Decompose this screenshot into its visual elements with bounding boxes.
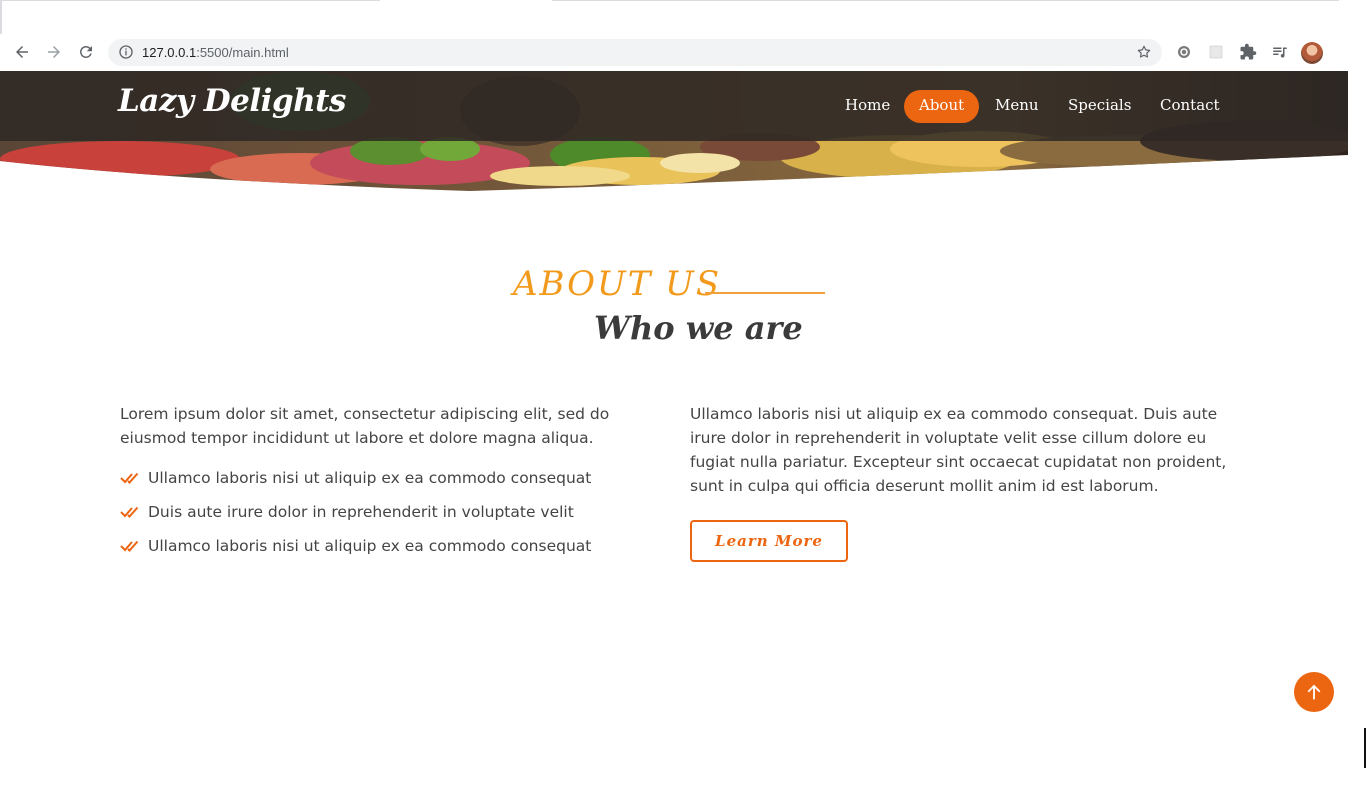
detail-paragraph: Ullamco laboris nisi ut aliquip ex ea co…	[690, 405, 1227, 495]
tab-divider-right	[552, 0, 1339, 1]
page-scrollbar[interactable]	[1348, 71, 1366, 800]
arrow-up-icon	[1307, 684, 1321, 700]
browser-toolbar: 127.0.0.1:5500/main.html	[0, 34, 1366, 71]
nav-specials[interactable]: Specials	[1053, 90, 1146, 123]
arrow-right-icon	[48, 46, 60, 58]
extension-placeholder-button[interactable]	[1207, 43, 1225, 61]
intro-paragraph: Lorem ipsum dolor sit amet, consectetur …	[120, 405, 610, 447]
gear-icon	[1178, 46, 1190, 58]
double-check-icon	[120, 472, 139, 484]
feature-list: Ullamco laboris nisi ut aliquip ex ea co…	[120, 466, 665, 568]
list-item: Ullamco laboris nisi ut aliquip ex ea co…	[120, 466, 665, 500]
list-item-text: Ullamco laboris nisi ut aliquip ex ea co…	[148, 537, 592, 555]
url-host: 127.0.0.1	[142, 45, 197, 60]
extension-settings-button[interactable]	[1175, 43, 1193, 61]
nav-contact[interactable]: Contact	[1145, 90, 1235, 123]
star-icon[interactable]	[1136, 44, 1152, 60]
about-left-column: Lorem ipsum dolor sit amet, consectetur …	[120, 402, 665, 568]
info-icon[interactable]	[118, 44, 134, 60]
extension-box-icon	[1209, 45, 1223, 59]
site-header: Lazy Delights Home About Menu Specials C…	[0, 71, 1348, 141]
list-item: Duis aute irure dolor in reprehenderit i…	[120, 500, 665, 534]
profile-avatar[interactable]	[1301, 42, 1323, 64]
about-right-column: Ullamco laboris nisi ut aliquip ex ea co…	[690, 402, 1230, 498]
list-item-text: Duis aute irure dolor in reprehenderit i…	[148, 503, 574, 521]
reload-icon	[79, 46, 92, 58]
back-to-top-button[interactable]	[1294, 672, 1334, 712]
site-logo[interactable]: Lazy Delights	[118, 83, 346, 119]
url-text[interactable]: 127.0.0.1:5500/main.html	[142, 45, 289, 60]
playlist-icon	[1273, 47, 1287, 58]
tab-strip	[0, 0, 1366, 34]
arrow-left-icon	[16, 46, 28, 58]
extensions-button[interactable]	[1239, 43, 1257, 61]
forward-button[interactable]	[42, 40, 66, 64]
list-item: Ullamco laboris nisi ut aliquip ex ea co…	[120, 534, 665, 568]
media-control-button[interactable]	[1271, 43, 1289, 61]
learn-more-button[interactable]: Learn More	[690, 520, 848, 562]
page-viewport: Lazy Delights Home About Menu Specials C…	[0, 71, 1348, 800]
tab-edge	[0, 0, 2, 34]
reload-button[interactable]	[74, 40, 98, 64]
url-path: :5500/main.html	[196, 45, 289, 60]
nav-about[interactable]: About	[904, 90, 980, 123]
back-button[interactable]	[10, 40, 34, 64]
list-item-text: Ullamco laboris nisi ut aliquip ex ea co…	[148, 469, 592, 487]
section-title: ABOUT US	[513, 264, 722, 304]
nav-menu[interactable]: Menu	[980, 90, 1054, 123]
address-bar[interactable]: 127.0.0.1:5500/main.html	[108, 39, 1162, 66]
nav-home[interactable]: Home	[830, 90, 905, 123]
puzzle-icon	[1240, 43, 1257, 60]
tab-divider-left	[0, 0, 380, 1]
browser-chrome: 127.0.0.1:5500/main.html	[0, 0, 1366, 71]
double-check-icon	[120, 540, 139, 552]
title-divider	[705, 292, 825, 294]
section-subtitle: Who we are	[594, 309, 803, 347]
double-check-icon	[120, 506, 139, 518]
